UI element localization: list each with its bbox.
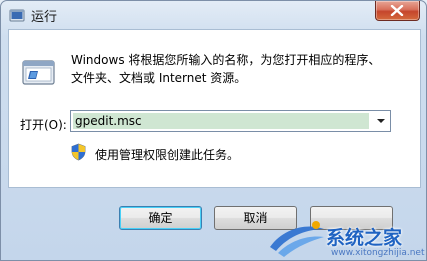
window-title: 运行 [31, 10, 58, 25]
run-program-icon [22, 60, 55, 85]
uac-shield-icon [71, 143, 86, 161]
run-app-icon [9, 9, 25, 22]
description-line-2: 文件夹、文档或 Internet 资源。 [71, 71, 247, 85]
dialog-body: Windows 将根据您所输入的名称，为您打开相应的程序、 文件夹、文档或 In… [8, 29, 421, 188]
open-combobox[interactable]: gpedit.msc [70, 110, 391, 132]
dropdown-button[interactable] [372, 111, 390, 131]
watermark-url: www.xitongzhijia.net [331, 248, 425, 258]
close-button[interactable] [375, 1, 420, 21]
description-text: Windows 将根据您所输入的名称，为您打开相应的程序、 文件夹、文档或 In… [71, 51, 380, 87]
chevron-down-icon [377, 119, 385, 123]
watermark-text: 系统之家 [326, 227, 403, 249]
close-icon [390, 5, 404, 16]
admin-note: 使用管理权限创建此任务。 [95, 148, 240, 162]
title-bar[interactable]: 运行 [1, 1, 426, 29]
ok-button[interactable]: 确定 [119, 206, 202, 230]
open-label: 打开(O): [20, 118, 67, 132]
description-line-1: Windows 将根据您所输入的名称，为您打开相应的程序、 [71, 53, 381, 67]
open-input[interactable]: gpedit.msc [73, 113, 369, 129]
run-dialog: 运行 Windows 将根据您所输入的名称，为您打开相应的程序、 文件夹、文档或… [0, 0, 427, 261]
